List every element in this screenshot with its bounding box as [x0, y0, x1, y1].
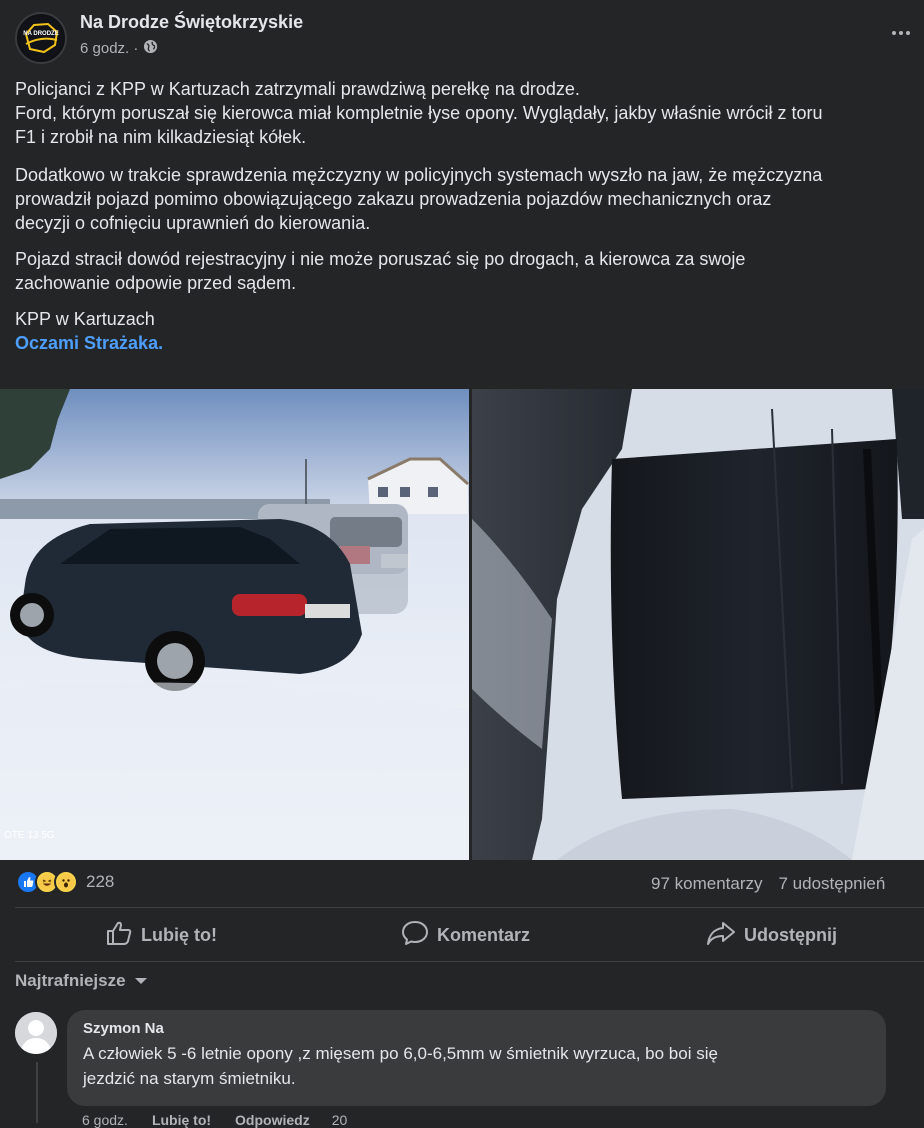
- like-label: Lubię to!: [141, 924, 217, 945]
- comment-bubble: Szymon Na A człowiek 5 -6 letnie opony ,…: [67, 1010, 886, 1106]
- comment-time[interactable]: 6 godz.: [82, 1112, 128, 1128]
- caret-down-icon: [134, 971, 148, 991]
- photo-car-in-snow[interactable]: OTE 13 5G: [0, 389, 469, 860]
- comment-meta: 6 godz. Lubię to! Odpowiedz 20: [82, 1112, 347, 1128]
- post-paragraph-1: Policjanci z KPP w Kartuzach zatrzymali …: [15, 77, 920, 149]
- post-text: Policjanci z KPP w Kartuzach zatrzymali …: [15, 77, 920, 367]
- post-line: F1 i zrobił na nim kilkadziesiąt kółek.: [15, 127, 307, 147]
- reactions-summary[interactable]: 228: [16, 870, 114, 894]
- comment-button[interactable]: Komentarz: [401, 918, 530, 952]
- comments-count-link[interactable]: 97 komentarzy: [651, 874, 763, 894]
- shares-count-link[interactable]: 7 udostępnień: [779, 874, 886, 894]
- wow-reaction-icon: [54, 870, 78, 894]
- comment-sort-dropdown[interactable]: Najtrafniejsze: [15, 971, 148, 991]
- comment-reaction-count: 20: [331, 1112, 348, 1128]
- more-options-button[interactable]: [886, 22, 916, 44]
- post-line: Ford, którym poruszał się kierowca miał …: [15, 103, 823, 123]
- comment-text: A człowiek 5 -6 letnie opony ,z mięsem p…: [83, 1041, 870, 1091]
- logo-text: NA DRODZE: [23, 31, 58, 37]
- post-line: prowadził pojazd pomimo obowiązującego z…: [15, 189, 772, 209]
- thread-line: [36, 1062, 38, 1123]
- comment-author[interactable]: Szymon Na: [83, 1020, 870, 1037]
- page-name[interactable]: Na Drodze Świętokrzyskie: [80, 12, 303, 33]
- comment-reply-link[interactable]: Odpowiedz: [235, 1112, 310, 1128]
- like-button[interactable]: Lubię to!: [105, 918, 217, 952]
- post-line: Policjanci z KPP w Kartuzach zatrzymali …: [15, 79, 580, 99]
- speech-bubble-icon: [401, 920, 429, 951]
- photo-bald-tire[interactable]: [472, 389, 924, 860]
- reaction-count: 228: [86, 872, 115, 891]
- hashtag-link[interactable]: Oczami Strażaka.: [15, 333, 163, 353]
- post-line: decyzji o cofnięciu uprawnień do kierowa…: [15, 213, 371, 233]
- post-time[interactable]: 6 godz. ·: [80, 40, 138, 57]
- post-line: Dodatkowo w trakcie sprawdzenia mężczyzn…: [15, 165, 823, 185]
- page-avatar[interactable]: NA DRODZE: [15, 12, 67, 64]
- comment-line: A człowiek 5 -6 letnie opony ,z mięsem p…: [83, 1044, 718, 1063]
- thumbs-up-icon: [105, 920, 133, 951]
- post-paragraph-4: KPP w Kartuzach Oczami Strażaka.: [15, 307, 920, 355]
- post-line: Pojazd stracił dowód rejestracyjny i nie…: [15, 249, 746, 269]
- commenter-avatar[interactable]: [15, 1012, 57, 1054]
- comment-like-link[interactable]: Lubię to!: [152, 1112, 211, 1128]
- divider: [15, 961, 924, 962]
- share-button[interactable]: Udostępnij: [706, 918, 837, 952]
- sort-label: Najtrafniejsze: [15, 971, 126, 990]
- comment-line: jezdzić na starym śmietniku.: [83, 1069, 296, 1088]
- post-paragraph-3: Pojazd stracił dowód rejestracyjny i nie…: [15, 247, 920, 295]
- share-arrow-icon: [706, 920, 736, 951]
- post-meta: 6 godz. ·: [80, 39, 158, 58]
- post-line: KPP w Kartuzach: [15, 309, 155, 329]
- post-line: zachowanie odpowie przed sądem.: [15, 273, 297, 293]
- post-paragraph-2: Dodatkowo w trakcie sprawdzenia mężczyzn…: [15, 163, 920, 235]
- post-photos: OTE 13 5G: [0, 389, 924, 860]
- divider: [15, 907, 924, 908]
- post-stats: 97 komentarzy 7 udostępnień: [651, 874, 885, 894]
- share-label: Udostępnij: [744, 924, 837, 945]
- comment-label: Komentarz: [437, 924, 531, 945]
- globe-icon: [143, 39, 158, 58]
- photo-watermark: OTE 13 5G: [4, 830, 55, 841]
